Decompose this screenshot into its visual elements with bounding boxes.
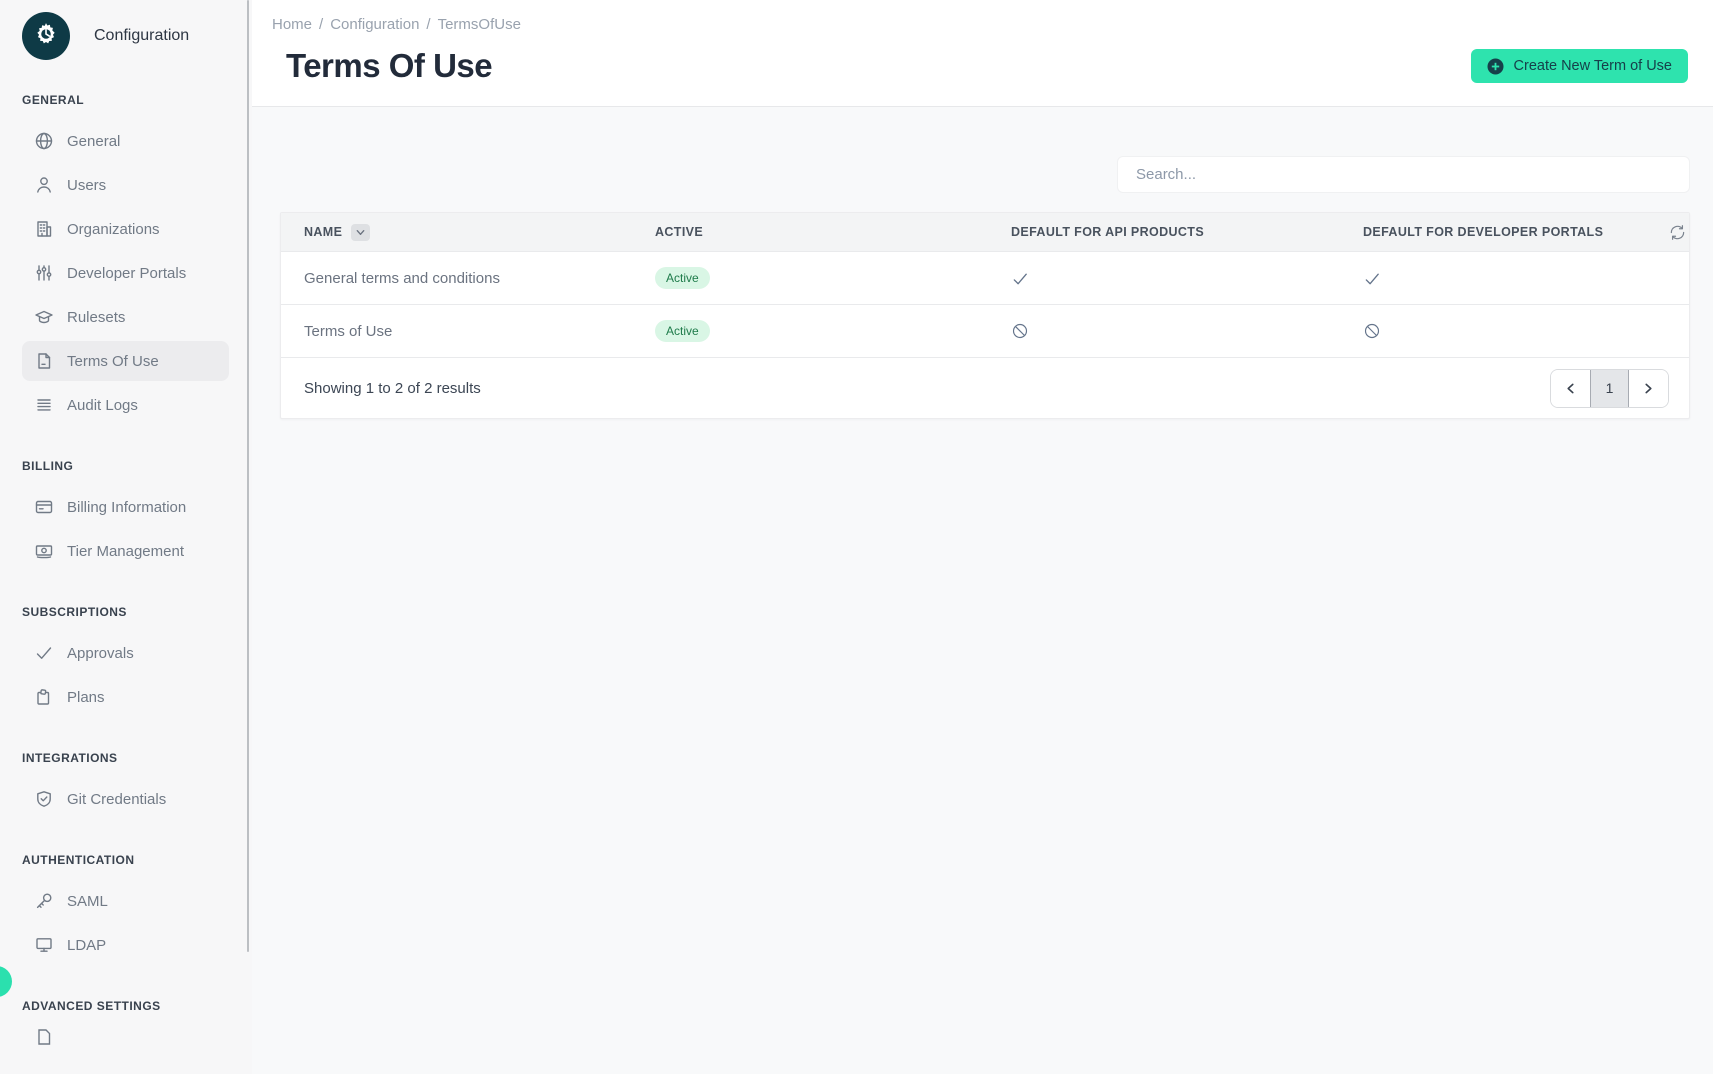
floating-widget-circle[interactable] [0,966,12,997]
sidebar-item-organizations[interactable]: Organizations [22,209,229,249]
sidebar-item-plans[interactable]: Plans [22,677,229,717]
column-header-name[interactable]: NAME [281,224,655,241]
app-logo [22,12,70,60]
sidebar-item-developer-portals[interactable]: Developer Portals [22,253,229,293]
breadcrumb-configuration[interactable]: Configuration [330,16,419,33]
chevron-right-icon [1643,382,1654,395]
ban-icon [1363,322,1669,340]
ban-icon [1011,322,1363,340]
section-label-authentication: AUTHENTICATION [0,853,252,867]
globe-icon [34,131,54,151]
cash-icon [34,541,54,561]
sidebar-item-ldap[interactable]: LDAP [22,925,229,965]
sidebar-item-users[interactable]: Users [22,165,229,205]
table-footer: Showing 1 to 2 of 2 results 1 [281,357,1689,418]
sidebar-item-label: Tier Management [67,543,184,560]
gear-icon [33,21,59,52]
table-row[interactable]: Terms of Use Active [281,304,1689,357]
content-area: NAME ACTIVE DEFAULT FOR API PRODUCTS DEF… [252,107,1713,1074]
search-input[interactable] [1117,156,1690,193]
sidebar-item-label: Plans [67,689,105,706]
breadcrumb-current: TermsOfUse [438,16,521,33]
status-badge: Active [655,320,710,342]
create-new-term-button[interactable]: Create New Term of Use [1471,49,1688,83]
sidebar-scrollbar[interactable] [247,0,250,952]
sidebar-item-label: SAML [67,893,108,910]
document-icon [34,351,54,371]
sidebar-item-label: Developer Portals [67,265,186,282]
chevron-left-icon [1565,382,1576,395]
table-header-row: NAME ACTIVE DEFAULT FOR API PRODUCTS DEF… [281,213,1689,251]
column-header-default-developer-portals: DEFAULT FOR DEVELOPER PORTALS [1363,225,1669,239]
plus-circle-icon [1487,58,1504,75]
sidebar-item-label: Terms Of Use [67,353,159,370]
terms-table: NAME ACTIVE DEFAULT FOR API PRODUCTS DEF… [280,212,1690,419]
sliders-icon [34,263,54,283]
graduation-cap-icon [34,307,54,327]
page-number-button[interactable]: 1 [1590,370,1629,407]
sidebar-item-label: Billing Information [67,499,186,516]
previous-page-button[interactable] [1551,370,1590,407]
page-title: Terms Of Use [286,47,492,85]
breadcrumb-separator: / [426,16,430,33]
shield-check-icon [34,789,54,809]
sidebar-item-label: Rulesets [67,309,125,326]
sidebar-item-approvals[interactable]: Approvals [22,633,229,673]
results-summary: Showing 1 to 2 of 2 results [304,380,481,397]
user-icon [34,175,54,195]
chevron-down-icon[interactable] [351,224,370,241]
document-icon [34,1027,252,1052]
key-icon [34,891,54,911]
refresh-icon[interactable] [1669,224,1686,241]
table-row[interactable]: General terms and conditions Active [281,251,1689,304]
sidebar-item-billing-information[interactable]: Billing Information [22,487,229,527]
breadcrumb-home[interactable]: Home [272,16,312,33]
check-icon [34,643,54,663]
check-icon [1011,269,1363,288]
building-icon [34,219,54,239]
credit-card-icon [34,497,54,517]
column-header-default-api-products: DEFAULT FOR API PRODUCTS [1011,225,1363,239]
main-content: Home / Configuration / TermsOfUse Terms … [252,0,1713,1074]
sidebar-item-label: LDAP [67,937,106,954]
section-label-billing: BILLING [0,459,252,473]
create-button-label: Create New Term of Use [1514,58,1672,74]
pagination: 1 [1550,369,1669,408]
sidebar-item-label: Audit Logs [67,397,138,414]
section-label-integrations: INTEGRATIONS [0,751,252,765]
breadcrumb: Home / Configuration / TermsOfUse [272,16,1688,33]
sidebar-item-general[interactable]: General [22,121,229,161]
clipboard-icon [34,687,54,707]
column-header-active: ACTIVE [655,225,1011,239]
sidebar-item-label: Organizations [67,221,160,238]
sidebar-item-tier-management[interactable]: Tier Management [22,531,229,571]
monitor-icon [34,935,54,955]
section-label-general: GENERAL [0,93,252,107]
sidebar-item-label: Approvals [67,645,134,662]
term-name: General terms and conditions [281,270,655,287]
sidebar-item-label: Users [67,177,106,194]
app-header: Configuration [0,0,252,62]
sidebar-item-rulesets[interactable]: Rulesets [22,297,229,337]
status-badge: Active [655,267,710,289]
list-icon [34,395,54,415]
section-label-advanced-settings: ADVANCED SETTINGS [0,999,252,1013]
sidebar-item-terms-of-use[interactable]: Terms Of Use [22,341,229,381]
sidebar: Configuration GENERAL General Users Orga… [0,0,252,1074]
sidebar-item-label: General [67,133,120,150]
sidebar-item-git-credentials[interactable]: Git Credentials [22,779,229,819]
check-icon [1363,269,1669,288]
app-title: Configuration [94,27,189,45]
term-name: Terms of Use [281,323,655,340]
breadcrumb-separator: / [319,16,323,33]
next-page-button[interactable] [1629,370,1668,407]
sidebar-item-saml[interactable]: SAML [22,881,229,921]
sidebar-item-audit-logs[interactable]: Audit Logs [22,385,229,425]
sidebar-item-label: Git Credentials [67,791,166,808]
section-label-subscriptions: SUBSCRIPTIONS [0,605,252,619]
page-header: Home / Configuration / TermsOfUse Terms … [252,0,1713,107]
